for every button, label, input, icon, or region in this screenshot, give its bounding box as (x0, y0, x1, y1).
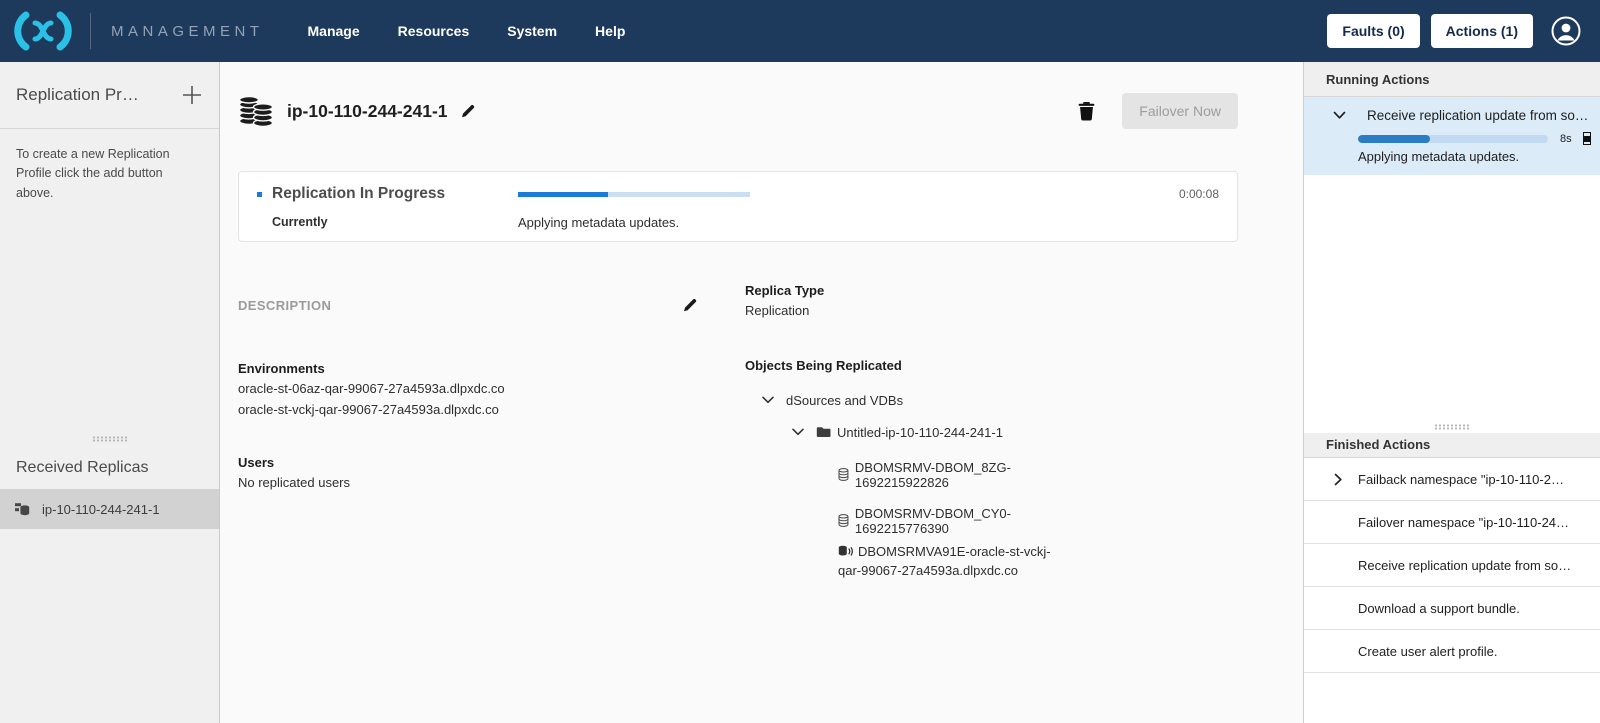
resize-dots-icon (1434, 424, 1470, 430)
folder-icon (816, 426, 831, 438)
replica-icon (14, 502, 31, 517)
replication-sidebar: Replication Pr… To create a new Replicat… (0, 62, 220, 723)
running-action-title: Receive replication update from so… (1367, 108, 1588, 123)
replica-type-value: Replication (745, 301, 1065, 322)
stop-action-button[interactable] (1583, 132, 1591, 145)
edit-pencil-icon (460, 103, 476, 119)
replication-progress-bar (518, 192, 750, 197)
add-profile-button[interactable] (181, 84, 203, 106)
objects-section: Replica Type Replication Objects Being R… (745, 283, 1065, 581)
replication-progress-card: Replication In Progress 0:00:08 Currentl… (238, 171, 1238, 242)
nav-item-manage[interactable]: Manage (308, 23, 360, 39)
tree-node-group[interactable]: Untitled-ip-10-110-244-241-1 (745, 425, 1065, 440)
users-label: Users (238, 455, 698, 470)
tree-node-label: DBOMSRMV-DBOM_CY0-1692215776390 (855, 506, 1065, 536)
edit-description-button[interactable] (682, 297, 698, 313)
finished-action-label: Failback namespace "ip-10-110-2… (1358, 472, 1564, 487)
environment-value: oracle-st-06az-qar-99067-27a4593a.dlpxdc… (238, 379, 698, 400)
running-actions-header: Running Actions (1304, 62, 1600, 97)
nav-divider (90, 13, 91, 49)
objects-being-replicated-label: Objects Being Replicated (745, 358, 1065, 373)
chevron-down-icon[interactable] (792, 428, 804, 436)
edit-title-button[interactable] (460, 103, 476, 119)
failover-now-button[interactable]: Failover Now (1122, 93, 1238, 129)
running-action-progress-bar (1358, 135, 1548, 143)
user-avatar-icon[interactable] (1550, 15, 1582, 47)
replication-status-text: Replication In Progress (272, 185, 445, 203)
nav-menu: Manage Resources System Help (308, 23, 626, 39)
finished-action-item[interactable]: Create user alert profile. (1304, 630, 1600, 673)
brand-label: MANAGEMENT (111, 23, 264, 40)
tree-node-label: DBOMSRMVA91E-oracle-st-vckj-qar-99067-27… (838, 544, 1051, 579)
running-action-progress-fill (1358, 135, 1430, 143)
currently-value: Applying metadata updates. (518, 215, 1127, 230)
users-value: No replicated users (238, 473, 698, 494)
faults-button[interactable]: Faults (0) (1327, 14, 1419, 48)
database-icon (838, 467, 849, 482)
tree-node-label: Untitled-ip-10-110-244-241-1 (837, 425, 1003, 440)
collapse-action-button[interactable] (1333, 111, 1346, 120)
finished-action-item[interactable]: Receive replication update from so… (1304, 544, 1600, 587)
received-replicas-title: Received Replicas (0, 445, 219, 489)
replication-profiles-header: Replication Pr… (0, 62, 219, 129)
running-action-elapsed: 8s (1560, 133, 1572, 145)
objects-tree: dSources and VDBs Untitled-ip-10-110-244… (745, 393, 1065, 581)
status-bullet-icon (257, 192, 262, 197)
running-action-item[interactable]: Receive replication update from so… 8s A… (1304, 97, 1600, 175)
elapsed-time: 0:00:08 (1127, 185, 1219, 203)
chevron-down-icon[interactable] (762, 396, 774, 404)
currently-label: Currently (257, 215, 518, 230)
replica-type-label: Replica Type (745, 283, 1065, 298)
main-content: ip-10-110-244-241-1 Failover Now Replica… (220, 62, 1303, 723)
sidebar-item-replica-label: ip-10-110-244-241-1 (42, 502, 160, 517)
description-section: DESCRIPTION Environments oracle-st-06az-… (238, 297, 698, 581)
tree-node-db[interactable]: DBOMSRMV-DBOM_8ZG-1692215922826 (745, 460, 1065, 490)
chevron-right-icon (1334, 473, 1343, 486)
delphix-logo-icon (12, 10, 74, 52)
finished-action-label: Download a support bundle. (1358, 601, 1520, 616)
resize-dots-icon (92, 436, 128, 442)
nav-item-system[interactable]: System (507, 23, 557, 39)
finished-action-item[interactable]: Download a support bundle. (1304, 587, 1600, 630)
tree-node-dsource[interactable]: DBOMSRMVA91E-oracle-st-vckj-qar-99067-27… (745, 542, 1055, 581)
page-title: ip-10-110-244-241-1 (287, 101, 448, 122)
finished-action-label: Failover namespace "ip-10-110-24… (1358, 515, 1569, 530)
database-stack-icon (238, 96, 274, 127)
sidebar-resize-handle[interactable] (0, 433, 219, 445)
edit-pencil-icon (682, 297, 698, 313)
environments-label: Environments (238, 361, 698, 376)
replication-profiles-title: Replication Pr… (16, 85, 139, 105)
chevron-down-icon (1333, 111, 1346, 120)
tree-node-label: DBOMSRMV-DBOM_8ZG-1692215922826 (855, 460, 1065, 490)
stop-icon (1584, 136, 1590, 142)
tree-node-dsources-vdbs[interactable]: dSources and VDBs (745, 393, 1065, 408)
top-nav: MANAGEMENT Manage Resources System Help … (0, 0, 1600, 62)
actions-panel-resize-handle[interactable] (1304, 421, 1600, 433)
finished-actions-list: Failback namespace "ip-10-110-2… Failove… (1304, 458, 1600, 673)
tree-node-label: dSources and VDBs (786, 393, 903, 408)
database-icon (838, 513, 849, 528)
running-action-status: Applying metadata updates. (1304, 149, 1588, 164)
actions-button[interactable]: Actions (1) (1431, 14, 1533, 48)
trash-icon (1078, 101, 1095, 121)
expand-action-button[interactable] (1334, 473, 1358, 486)
finished-action-label: Create user alert profile. (1358, 644, 1497, 659)
nav-item-resources[interactable]: Resources (398, 23, 470, 39)
replication-progress-fill (518, 192, 608, 197)
finished-action-item[interactable]: Failback namespace "ip-10-110-2… (1304, 458, 1600, 501)
environment-value: oracle-st-vckj-qar-99067-27a4593a.dlpxdc… (238, 400, 698, 421)
actions-panel: Running Actions Receive replication upda… (1303, 62, 1600, 723)
sidebar-item-replica[interactable]: ip-10-110-244-241-1 (0, 489, 219, 529)
finished-actions-header: Finished Actions (1304, 433, 1600, 458)
description-label: DESCRIPTION (238, 298, 331, 313)
nav-item-help[interactable]: Help (595, 23, 625, 39)
dsource-icon (838, 545, 853, 558)
add-profile-hint: To create a new Replication Profile clic… (0, 129, 219, 219)
finished-action-label: Receive replication update from so… (1358, 558, 1571, 573)
finished-action-item[interactable]: Failover namespace "ip-10-110-24… (1304, 501, 1600, 544)
tree-node-db[interactable]: DBOMSRMV-DBOM_CY0-1692215776390 (745, 506, 1065, 536)
plus-icon (181, 84, 203, 106)
delete-replica-button[interactable] (1078, 101, 1095, 121)
